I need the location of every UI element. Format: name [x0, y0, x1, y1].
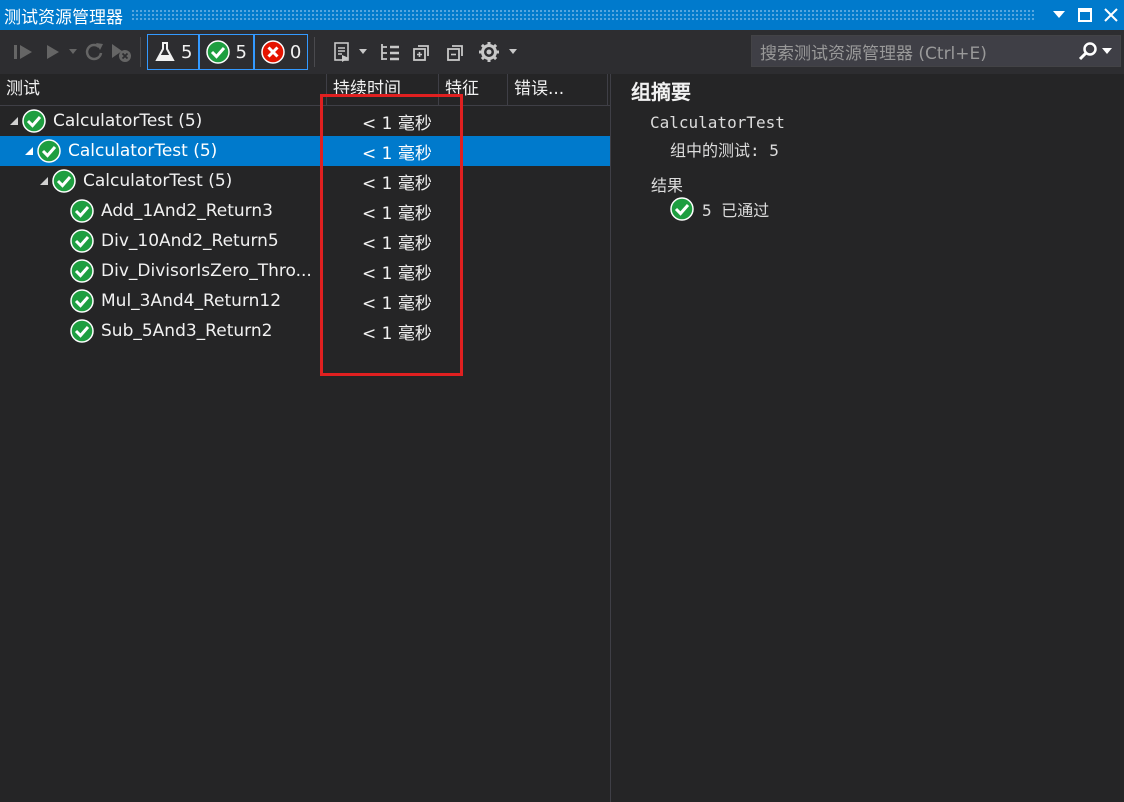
test-row[interactable]: Div_DivisorIsZero_Thro... < 1 毫秒: [0, 256, 610, 286]
duration-highlight-box: [320, 94, 463, 376]
chevron-down-icon: [509, 49, 518, 54]
toolbar: 5 5 0 搜索测试资源管理器 (Ctrl+E): [0, 30, 1124, 74]
passed-check-icon: [22, 109, 46, 133]
passed-check-icon: [670, 197, 694, 221]
playlist-icon: [334, 42, 350, 62]
passed-check-icon: [70, 229, 94, 253]
test-name: Add_1And2_Return3: [101, 201, 273, 221]
settings-button[interactable]: [473, 37, 505, 67]
test-tree: CalculatorTest (5) < 1 毫秒 CalculatorTest (…: [0, 106, 610, 346]
column-header-row: 测试 持续时间 特征 错误...: [0, 74, 610, 106]
test-group-row[interactable]: CalculatorTest (5) < 1 毫秒: [0, 106, 610, 136]
window-dropdown-button[interactable]: [1046, 0, 1072, 30]
summary-results-label: 结果: [651, 176, 684, 195]
collapse-all-button[interactable]: [439, 37, 473, 67]
expand-all-icon: [413, 45, 430, 61]
test-row[interactable]: Add_1And2_Return3 < 1 毫秒: [0, 196, 610, 226]
test-name: CalculatorTest (5): [68, 141, 218, 161]
window-title: 测试资源管理器: [4, 7, 123, 28]
failed-x-icon: [261, 40, 285, 64]
summary-passed-count: 5 已通过: [702, 201, 770, 220]
run-all-button[interactable]: [6, 37, 40, 67]
window-titlebar: 测试资源管理器: [0, 0, 1124, 30]
passed-check-icon: [206, 40, 231, 64]
close-button[interactable]: [1098, 0, 1124, 30]
summary-passed-row[interactable]: 5 已通过: [670, 197, 769, 221]
passed-tests-count: 5: [235, 41, 247, 63]
cancel-run-button[interactable]: [108, 37, 134, 67]
hierarchy-icon: [381, 44, 400, 61]
test-group-row[interactable]: CalculatorTest (5) < 1 毫秒: [0, 166, 610, 196]
expand-triangle-icon[interactable]: [23, 146, 35, 156]
settings-dropdown[interactable]: [505, 37, 521, 67]
test-list-panel: 测试 持续时间 特征 错误... CalculatorTest (5) < 1 毫…: [0, 74, 610, 802]
close-icon: [1104, 8, 1118, 22]
test-row[interactable]: Sub_5And3_Return2 < 1 毫秒: [0, 316, 610, 346]
column-header-error[interactable]: 错误...: [508, 74, 608, 105]
playlist-button[interactable]: [329, 37, 355, 67]
filter-passed-tests-button[interactable]: 5: [199, 34, 254, 70]
search-input[interactable]: 搜索测试资源管理器 (Ctrl+E): [752, 39, 1078, 64]
repeat-icon: [85, 43, 103, 61]
play-icon: [47, 45, 59, 59]
toolbar-separator: [140, 37, 141, 67]
passed-check-icon: [52, 169, 76, 193]
chevron-down-icon: [359, 49, 368, 54]
maximize-button[interactable]: [1072, 0, 1098, 30]
playlist-dropdown[interactable]: [355, 37, 371, 67]
expand-all-button[interactable]: [405, 37, 439, 67]
test-row[interactable]: Div_10And2_Return5 < 1 毫秒: [0, 226, 610, 256]
summary-tests-in-group: 组中的测试: 5: [670, 141, 779, 160]
test-name: Sub_5And3_Return2: [101, 321, 273, 341]
all-tests-count: 5: [181, 41, 193, 63]
expand-triangle-icon[interactable]: [8, 116, 20, 126]
column-header-test[interactable]: 测试: [0, 74, 327, 105]
run-all-icon: [14, 45, 32, 59]
test-name: Mul_3And4_Return12: [101, 291, 282, 311]
run-dropdown[interactable]: [66, 37, 80, 67]
expand-triangle-icon[interactable]: [38, 176, 50, 186]
test-name: CalculatorTest (5): [53, 111, 203, 131]
test-row[interactable]: Mul_3And4_Return12 < 1 毫秒: [0, 286, 610, 316]
gear-icon: [479, 42, 500, 62]
collapse-all-icon: [447, 45, 464, 61]
passed-check-icon: [70, 289, 94, 313]
summary-heading: 组摘要: [631, 80, 691, 104]
passed-check-icon: [70, 319, 94, 343]
test-group-row[interactable]: CalculatorTest (5) < 1 毫秒: [0, 136, 610, 166]
passed-check-icon: [70, 259, 94, 283]
flask-icon: [155, 42, 175, 61]
test-name: Div_DivisorIsZero_Thro...: [101, 261, 312, 281]
passed-check-icon: [70, 199, 94, 223]
cancel-icon: [112, 44, 131, 62]
chevron-down-icon: [69, 49, 77, 54]
toolbar-separator: [314, 37, 316, 67]
summary-group-name: CalculatorTest: [650, 113, 785, 132]
chevron-down-icon: [1053, 11, 1065, 18]
repeat-last-run-button[interactable]: [80, 37, 108, 67]
summary-panel: 组摘要 CalculatorTest 组中的测试: 5 结果 5 已通过: [610, 74, 1124, 802]
passed-check-icon: [37, 139, 61, 163]
filter-all-tests-button[interactable]: 5: [147, 34, 200, 70]
maximize-icon: [1078, 8, 1092, 22]
search-box[interactable]: 搜索测试资源管理器 (Ctrl+E): [751, 35, 1121, 67]
search-icon: [1078, 42, 1097, 61]
test-name: CalculatorTest (5): [83, 171, 233, 191]
chevron-down-icon: [1102, 48, 1112, 54]
titlebar-grip[interactable]: [131, 9, 1034, 21]
test-name: Div_10And2_Return5: [101, 231, 279, 251]
group-by-button[interactable]: [375, 37, 405, 67]
run-button[interactable]: [40, 37, 66, 67]
failed-tests-count: 0: [289, 41, 302, 63]
filter-failed-tests-button[interactable]: 0: [253, 34, 309, 70]
